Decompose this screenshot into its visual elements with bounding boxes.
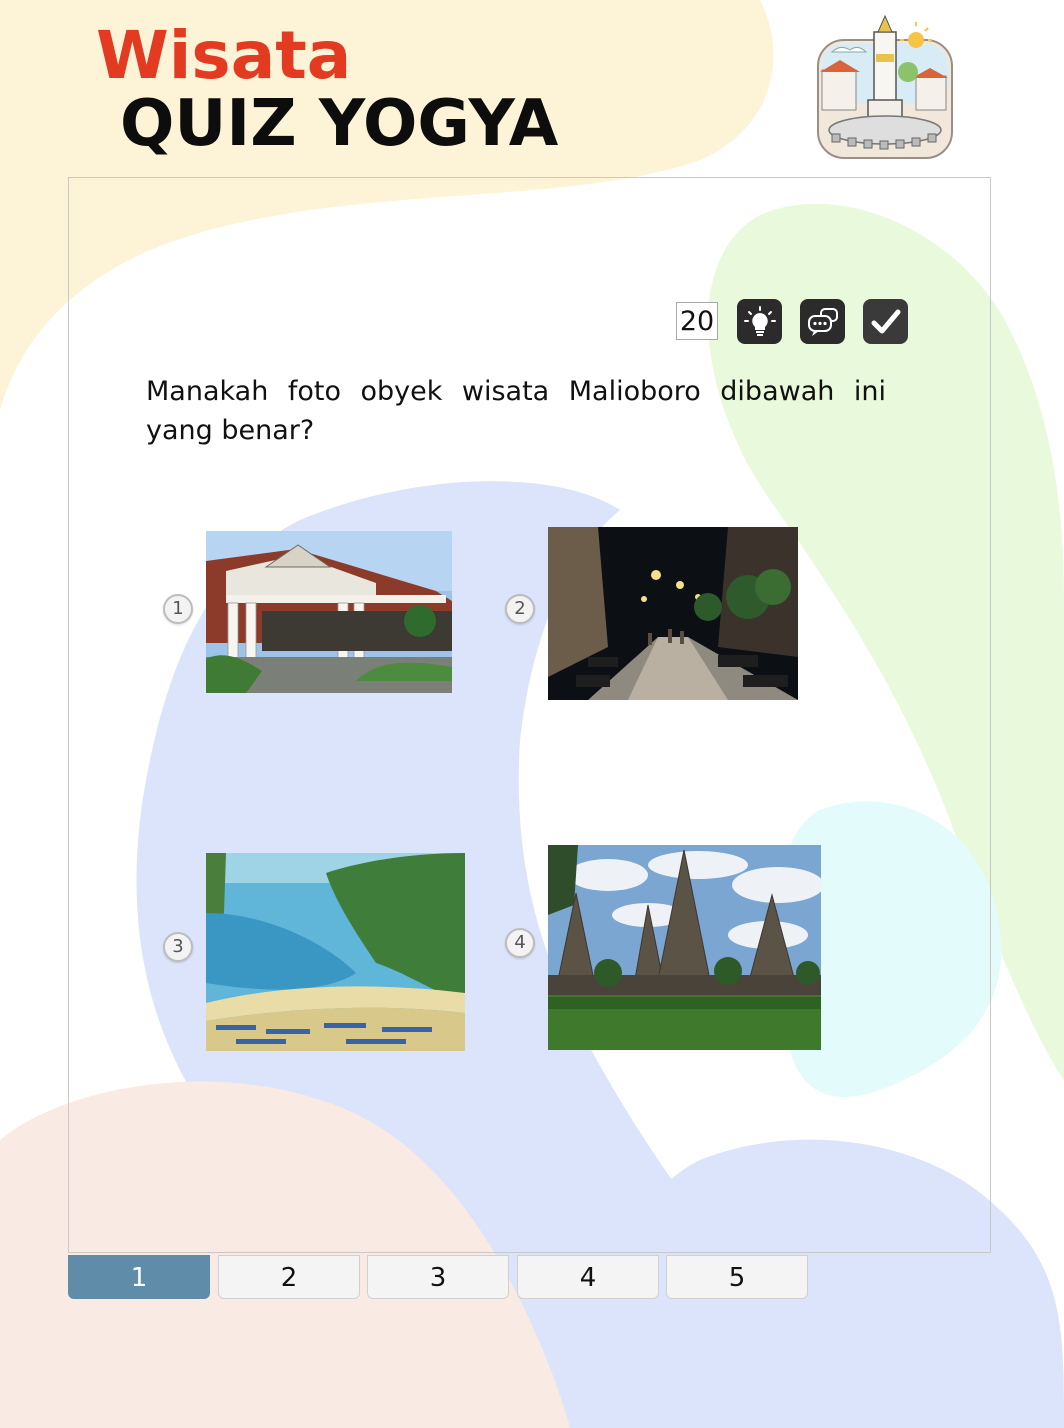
title-quiz-yogya: QUIZ YOGYA bbox=[120, 87, 559, 161]
keraton-palace-photo[interactable] bbox=[206, 531, 452, 693]
page-tab-1[interactable]: 1 bbox=[68, 1255, 210, 1299]
title-wisata: Wisata bbox=[96, 17, 352, 94]
page-tab-4[interactable]: 4 bbox=[517, 1255, 659, 1299]
malioboro-street-night-photo[interactable] bbox=[548, 527, 798, 700]
question-text: Manakah foto obyek wisata Malioboro diba… bbox=[146, 376, 886, 446]
lightbulb-icon bbox=[743, 305, 776, 336]
option-1-radio[interactable]: 1 bbox=[163, 594, 193, 624]
question-counter: 20 bbox=[676, 302, 718, 340]
page-tab-5[interactable]: 5 bbox=[666, 1255, 808, 1299]
feedback-button[interactable] bbox=[800, 299, 845, 344]
tugu-yogyakarta-icon bbox=[812, 10, 958, 162]
beach-bay-photo[interactable] bbox=[206, 853, 465, 1051]
option-4-radio[interactable]: 4 bbox=[505, 928, 535, 958]
quiz-panel bbox=[68, 177, 991, 1253]
page-tab-2[interactable]: 2 bbox=[218, 1255, 360, 1299]
chat-bubbles-icon bbox=[807, 307, 838, 336]
check-answer-button[interactable] bbox=[863, 299, 908, 344]
checkmark-icon bbox=[871, 309, 900, 333]
prambanan-temple-photo[interactable] bbox=[548, 845, 821, 1050]
page-tab-3[interactable]: 3 bbox=[367, 1255, 509, 1299]
hint-button[interactable] bbox=[737, 299, 782, 344]
option-3-radio[interactable]: 3 bbox=[163, 932, 193, 962]
option-2-radio[interactable]: 2 bbox=[505, 594, 535, 624]
